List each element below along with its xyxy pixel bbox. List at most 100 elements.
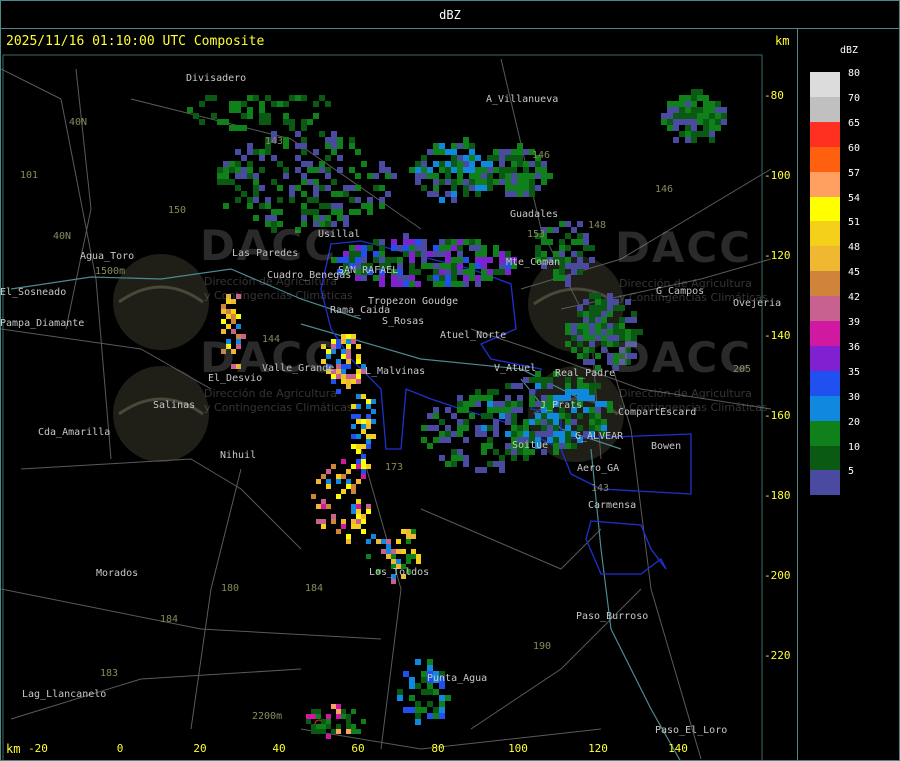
radar-echo-pixel [457,263,463,269]
radar-echo-pixel [601,335,607,341]
radar-echo-pixel [505,413,511,419]
radar-echo-pixel [541,419,547,425]
radar-echo-pixel [355,185,361,191]
radar-echo-pixel [607,335,613,341]
radar-echo-pixel [415,281,421,287]
radar-echo-pixel [439,275,445,281]
radar-echo-pixel [346,339,351,344]
radar-echo-pixel [351,524,356,529]
radar-echo-pixel [493,179,499,185]
radar-echo-pixel [469,185,475,191]
radar-echo-pixel [481,449,487,455]
radar-echo-pixel [691,95,697,101]
timestamp: 2025/11/16 01:10:00 UTC Composite [6,34,265,49]
radar-echo-pixel [469,239,475,245]
place-label: V_Atuel [494,363,537,374]
watermark-subtitle: y Contingencias Climáticas [204,401,353,414]
radar-echo-pixel [421,161,427,167]
radar-echo-pixel [415,245,421,251]
radar-echo-pixel [356,524,361,529]
radar-echo-pixel [349,143,355,149]
radar-echo-pixel [356,729,361,734]
place-label: L_Malvinas [365,366,426,377]
radar-echo-pixel [607,323,613,329]
radar-echo-pixel [493,251,499,257]
radar-echo-pixel [346,714,351,719]
radar-echo-pixel [511,161,517,167]
radar-echo-pixel [679,95,685,101]
radar-echo-pixel [469,413,475,419]
radar-echo-pixel [493,167,499,173]
radar-echo-pixel [571,329,577,335]
radar-echo-pixel [469,155,475,161]
radar-echo-pixel [715,125,721,131]
radar-echo-pixel [346,344,351,349]
radar-echo-pixel [351,444,356,449]
radar-echo-pixel [547,377,553,383]
legend-swatch-label: 39 [848,317,861,328]
radar-echo-pixel [601,347,607,353]
radar-echo-pixel [289,197,295,203]
radar-echo-pixel [523,377,529,383]
radar-echo-pixel [427,167,433,173]
radar-echo-pixel [311,494,316,499]
radar-echo-pixel [433,179,439,185]
radar-echo-pixel [331,464,336,469]
radar-echo-pixel [715,101,721,107]
radar-echo-pixel [247,107,253,113]
radar-echo-pixel [487,257,493,263]
radar-echo-pixel [691,89,697,95]
radar-echo-pixel [697,89,703,95]
radar-echo-pixel [331,137,337,143]
radar-echo-pixel [451,149,457,155]
x-tick-label: 140 [668,742,688,755]
radar-echo-pixel [493,401,499,407]
radar-echo-pixel [511,431,517,437]
radar-echo-pixel [505,401,511,407]
radar-echo-pixel [457,269,463,275]
place-label: G_ALVEAR [575,431,624,442]
radar-echo-pixel [346,384,351,389]
legend-swatch-label: 60 [848,142,861,154]
radar-echo-pixel [351,339,356,344]
radar-echo-pixel [427,275,433,281]
radar-echo-pixel [415,167,421,173]
radar-echo-pixel [371,434,376,439]
radar-echo-pixel [235,125,241,131]
radar-echo-pixel [331,143,337,149]
radar-echo-pixel [499,161,505,167]
radar-echo-pixel [457,401,463,407]
radar-echo-pixel [709,113,715,119]
radar-echo-pixel [386,544,391,549]
radar-echo-pixel [316,709,321,714]
radar-echo-pixel [346,729,351,734]
radar-echo-pixel [379,245,385,251]
radar-echo-pixel [559,437,565,443]
radar-echo-pixel [415,251,421,257]
radar-echo-pixel [481,173,487,179]
radar-echo-pixel [343,221,349,227]
radar-echo-pixel [337,191,343,197]
radar-echo-pixel [351,489,356,494]
route-number: 146 [532,150,551,161]
radar-echo-pixel [325,101,331,107]
radar-echo-pixel [703,101,709,107]
radar-echo-pixel [235,161,241,167]
radar-echo-pixel [341,489,346,494]
radar-echo-pixel [583,245,589,251]
radar-echo-pixel [427,713,433,719]
radar-echo-pixel [343,215,349,221]
radar-echo-pixel [595,401,601,407]
radar-echo-pixel [439,437,445,443]
radar-echo-pixel [373,257,379,263]
radar-echo-pixel [451,257,457,263]
place-label: Paso_Burroso [576,611,649,622]
radar-echo-pixel [271,155,277,161]
radar-echo-pixel [289,185,295,191]
radar-echo-pixel [415,659,421,665]
radar-echo-pixel [439,695,445,701]
radar-echo-pixel [451,143,457,149]
radar-echo-pixel [361,719,366,724]
radar-echo-pixel [361,529,366,534]
radar-echo-pixel [231,309,236,314]
